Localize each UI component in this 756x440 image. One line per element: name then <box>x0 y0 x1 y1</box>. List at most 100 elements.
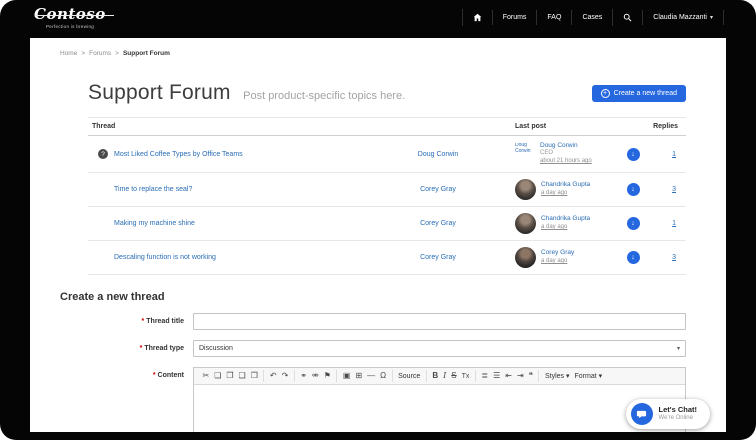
italic-button[interactable]: I <box>441 370 449 382</box>
thread-row: Time to replace the seal? Corey Gray Cha… <box>88 173 686 207</box>
jump-to-last-post-icon[interactable]: ↓ <box>627 183 640 196</box>
last-post-author-link[interactable]: Corey Gray <box>541 249 574 257</box>
thread-link[interactable]: Time to replace the seal? <box>114 186 373 193</box>
chat-bubble-icon <box>631 403 653 425</box>
nav-cases[interactable]: Cases <box>571 10 612 25</box>
thread-type-label: *Thread type <box>60 340 184 352</box>
replies-count-link[interactable]: 1 <box>672 220 682 227</box>
indent-icon[interactable]: ⇥ <box>514 370 526 382</box>
page-content: Home > Forums > Support Forum Support Fo… <box>30 38 726 432</box>
avatar[interactable] <box>515 213 536 234</box>
copy-icon[interactable]: ❏ <box>212 370 224 382</box>
numbered-list-icon[interactable]: ≣ <box>479 370 491 382</box>
last-post-time-link[interactable]: a day ago <box>541 258 574 266</box>
jump-to-last-post-icon[interactable]: ↓ <box>627 148 640 161</box>
jump-to-last-post-icon[interactable]: ↓ <box>627 251 640 264</box>
table-icon[interactable]: ⊞ <box>353 370 365 382</box>
breadcrumb-home[interactable]: Home <box>60 50 77 57</box>
thread-author-link[interactable]: Corey Gray <box>420 186 456 193</box>
thread-type-select[interactable]: Discussion ▾ <box>193 340 686 357</box>
thread-author-link[interactable]: Corey Gray <box>420 220 456 227</box>
thread-author-link[interactable]: Corey Gray <box>420 254 456 261</box>
format-dropdown[interactable]: Format ▾ <box>572 371 605 382</box>
thread-link[interactable]: Descaling function is not working <box>114 254 373 261</box>
chat-title: Let's Chat! <box>659 405 697 415</box>
paste-text-icon[interactable]: ❑ <box>236 370 248 382</box>
horizontal-rule-icon[interactable]: ― <box>365 370 378 382</box>
avatar[interactable] <box>515 247 536 268</box>
form-heading: Create a new thread <box>60 291 686 303</box>
last-post-cell: Doug Corwin Doug Corwin CEO about 21 hou… <box>503 142 618 166</box>
thread-row: Making my machine shine Corey Gray Chand… <box>88 207 686 241</box>
breadcrumb-forums[interactable]: Forums <box>89 50 111 57</box>
nav-search[interactable] <box>612 9 642 26</box>
suggested-answer-icon: ? <box>98 149 108 159</box>
source-button[interactable]: Source <box>396 371 423 382</box>
content-editor-body[interactable] <box>194 385 685 432</box>
last-post-time-link[interactable]: a day ago <box>541 224 590 232</box>
breadcrumb-current: Support Forum <box>123 50 170 57</box>
replies-count-link[interactable]: 1 <box>672 151 682 158</box>
unlink-icon[interactable]: ⚮ <box>310 370 322 382</box>
plus-icon: + <box>601 89 610 98</box>
table-header: Thread Last post Replies <box>88 117 686 136</box>
last-post-author-link[interactable]: Chandrika Gupta <box>541 215 590 223</box>
avatar-broken-image[interactable]: Doug Corwin <box>515 143 535 165</box>
breadcrumb: Home > Forums > Support Forum <box>60 38 696 57</box>
jump-to-last-post-icon[interactable]: ↓ <box>627 217 640 230</box>
create-thread-button[interactable]: + Create a new thread <box>592 85 686 102</box>
anchor-icon[interactable]: ⚑ <box>321 370 333 382</box>
thread-author-link[interactable]: Doug Corwin <box>418 151 458 158</box>
last-post-cell: Chandrika Gupta a day ago <box>503 213 618 234</box>
thread-title-label: *Thread title <box>60 313 184 325</box>
forum-main: Support Forum Post product-specific topi… <box>88 81 686 275</box>
special-char-icon[interactable]: Ω <box>378 370 389 382</box>
paste-word-icon[interactable]: ❒ <box>248 370 260 382</box>
top-nav-menu: Forums FAQ Cases Claudia Mazzanti ▾ <box>462 9 724 26</box>
column-thread: Thread <box>92 123 373 130</box>
create-thread-section: Create a new thread *Thread title *Threa… <box>60 291 686 432</box>
search-icon <box>623 13 632 22</box>
bold-button[interactable]: B <box>430 370 441 382</box>
nav-faq[interactable]: FAQ <box>536 10 571 25</box>
content-label: *Content <box>60 367 184 379</box>
replies-count-link[interactable]: 3 <box>672 186 682 193</box>
thread-title-input[interactable] <box>193 313 686 330</box>
strikethrough-button[interactable]: S <box>449 370 459 382</box>
cut-icon[interactable]: ✂ <box>200 370 212 382</box>
last-post-time-link[interactable]: about 21 hours ago <box>540 158 592 166</box>
column-last-post: Last post <box>503 123 618 130</box>
link-icon[interactable]: ⚭ <box>298 370 310 382</box>
last-post-time-link[interactable]: a day ago <box>541 190 590 198</box>
required-marker: * <box>140 345 143 352</box>
bulleted-list-icon[interactable]: ☰ <box>491 370 503 382</box>
contoso-logo[interactable]: Contoso Perfection is brewing <box>34 7 106 29</box>
blockquote-icon[interactable]: ❝ <box>526 370 535 382</box>
chat-widget[interactable]: Let's Chat! We're Online <box>626 399 710 429</box>
nav-forums[interactable]: Forums <box>492 10 537 25</box>
styles-dropdown[interactable]: Styles ▾ <box>542 371 572 382</box>
home-icon <box>473 13 482 22</box>
app-frame: Contoso Perfection is brewing Forums FAQ… <box>0 0 756 440</box>
chat-status: We're Online <box>659 415 697 423</box>
thread-link[interactable]: Making my machine shine <box>114 220 373 227</box>
redo-icon[interactable]: ↷ <box>279 370 291 382</box>
user-menu[interactable]: Claudia Mazzanti ▾ <box>642 10 724 25</box>
outdent-icon[interactable]: ⇤ <box>503 370 515 382</box>
replies-count-link[interactable]: 3 <box>672 254 682 261</box>
thread-type-value: Discussion <box>199 345 233 352</box>
image-icon[interactable]: ▣ <box>340 370 353 382</box>
nav-home[interactable] <box>462 9 492 26</box>
last-post-author-link[interactable]: Doug Corwin <box>540 142 592 150</box>
breadcrumb-separator: > <box>115 50 119 57</box>
last-post-cell: Chandrika Gupta a day ago <box>503 179 618 200</box>
avatar[interactable] <box>515 179 536 200</box>
last-post-author-link[interactable]: Chandrika Gupta <box>541 181 590 189</box>
column-replies: Replies <box>648 123 682 130</box>
undo-icon[interactable]: ↶ <box>267 370 279 382</box>
remove-format-button[interactable]: Tx <box>459 371 472 382</box>
thread-row: ? Most Liked Coffee Types by Office Team… <box>88 136 686 173</box>
paste-icon[interactable]: ❐ <box>224 370 236 382</box>
title-row: Support Forum Post product-specific topi… <box>88 81 686 105</box>
thread-link[interactable]: Most Liked Coffee Types by Office Teams <box>114 151 373 158</box>
